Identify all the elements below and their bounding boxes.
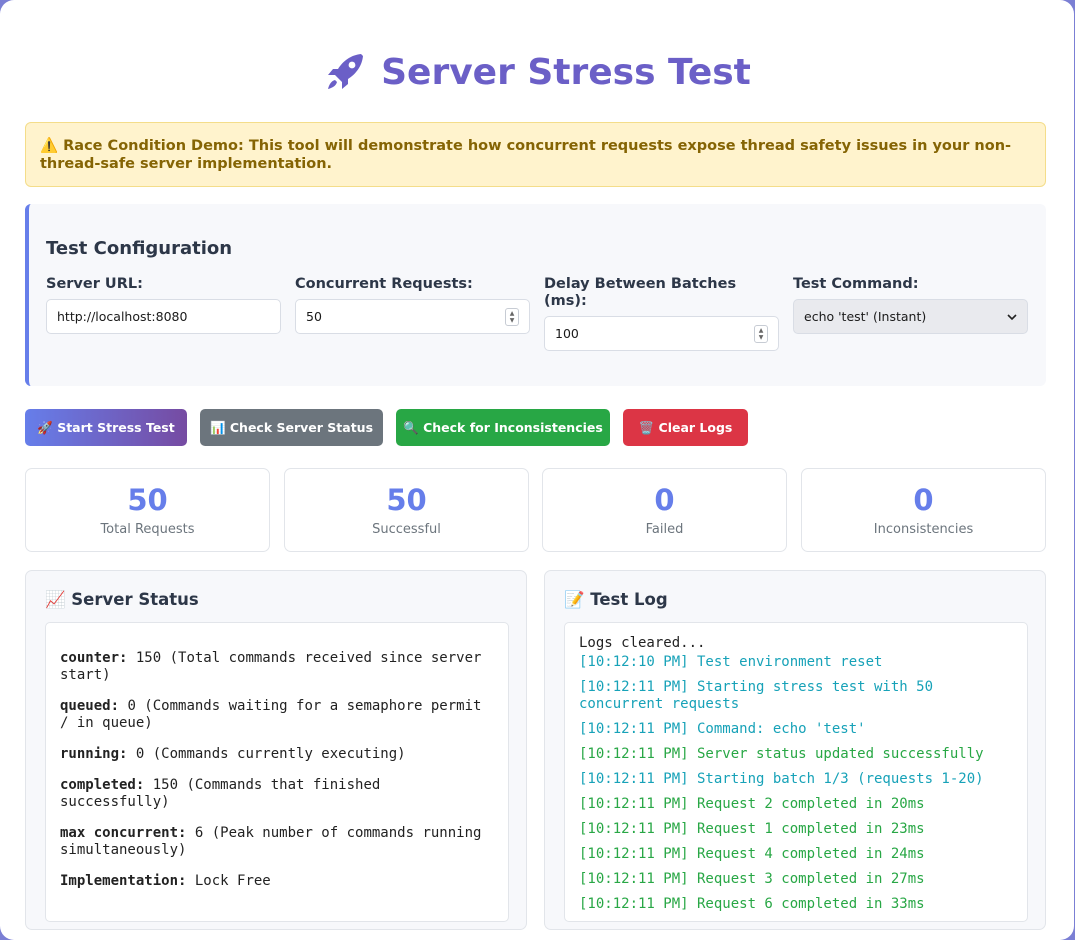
main-card: Server Stress Test ⚠️ Race Condition Dem… [0,0,1074,940]
server-status-box: counter: 150 (Total commands received si… [45,622,509,922]
page-title: Server Stress Test [0,50,1074,94]
test-configuration-panel: Test Configuration Server URL: http://lo… [25,204,1046,386]
stat-successful: 50 Successful [284,468,529,552]
warning-icon: ⚠️ [40,138,59,154]
start-stress-test-button[interactable]: 🚀 Start Stress Test [25,409,187,446]
rocket-icon [328,54,364,89]
concurrent-requests-label: Concurrent Requests: [295,276,473,292]
chevron-down-icon [1007,313,1017,320]
delay-field: Delay Between Batches (ms): 100 ▲ ▼ [544,276,779,351]
server-status-panel: 📈 Server Status counter: 150 (Total comm… [25,570,527,930]
number-stepper-icon[interactable]: ▲ ▼ [505,307,519,326]
stat-total-requests: 50 Total Requests [25,468,270,552]
stat-inconsistencies: 0 Inconsistencies [801,468,1046,552]
status-completed: completed: 150 (Commands that finished s… [60,777,381,810]
test-command-label: Test Command: [793,276,919,292]
server-url-label: Server URL: [46,276,143,292]
log-entry: [10:12:11 PM] Server status updated succ… [579,746,984,762]
server-url-field: Server URL: http://localhost:8080 [46,276,281,334]
log-entry: [10:12:10 PM] Test environment reset [579,654,883,670]
log-entry: Logs cleared... [579,635,706,651]
log-entry: [10:12:11 PM] Request 3 completed in 27m… [579,871,925,887]
test-command-select[interactable]: echo 'test' (Instant) [793,299,1028,334]
server-status-heading: 📈 Server Status [45,590,199,609]
number-stepper-icon[interactable]: ▲ ▼ [754,324,768,343]
config-heading: Test Configuration [46,238,233,259]
warning-text: Race Condition Demo: This tool will demo… [40,138,1012,172]
test-log-panel: 📝 Test Log Logs cleared... [10:12:10 PM]… [544,570,1046,930]
log-entry: [10:12:11 PM] Request 1 completed in 23m… [579,821,925,837]
delay-input[interactable]: 100 ▲ ▼ [544,316,779,351]
test-command-field: Test Command: echo 'test' (Instant) [793,276,1028,334]
race-condition-warning: ⚠️ Race Condition Demo: This tool will d… [25,122,1046,187]
page-title-text: Server Stress Test [381,51,751,93]
concurrent-requests-input[interactable]: 50 ▲ ▼ [295,299,530,334]
log-entry: [10:12:11 PM] Starting stress test with … [579,679,934,712]
concurrent-requests-field: Concurrent Requests: 50 ▲ ▼ [295,276,530,334]
log-entry: [10:12:11 PM] Request 6 completed in 33m… [579,896,925,912]
status-counter: counter: 150 (Total commands received si… [60,650,482,683]
delay-label: Delay Between Batches (ms): [544,276,737,309]
status-implementation: Implementation: Lock Free [60,873,271,889]
clear-logs-button[interactable]: 🗑️ Clear Logs [623,409,748,446]
check-server-status-button[interactable]: 📊 Check Server Status [200,409,383,446]
server-url-input[interactable]: http://localhost:8080 [46,299,281,334]
log-entry: [10:12:11 PM] Request 4 completed in 24m… [579,846,925,862]
check-inconsistencies-button[interactable]: 🔍 Check for Inconsistencies [396,409,610,446]
status-queued: queued: 0 (Commands waiting for a semaph… [60,698,482,731]
test-log-box[interactable]: Logs cleared... [10:12:10 PM] Test envir… [564,622,1028,922]
log-entry: [10:12:11 PM] Request 2 completed in 20m… [579,796,925,812]
log-entry: [10:12:11 PM] Starting batch 1/3 (reques… [579,771,984,787]
test-log-heading: 📝 Test Log [564,590,668,609]
log-entry: [10:12:11 PM] Command: echo 'test' [579,721,866,737]
status-running: running: 0 (Commands currently executing… [60,746,406,762]
stat-failed: 0 Failed [542,468,787,552]
status-max-concurrent: max concurrent: 6 (Peak number of comman… [60,825,482,858]
